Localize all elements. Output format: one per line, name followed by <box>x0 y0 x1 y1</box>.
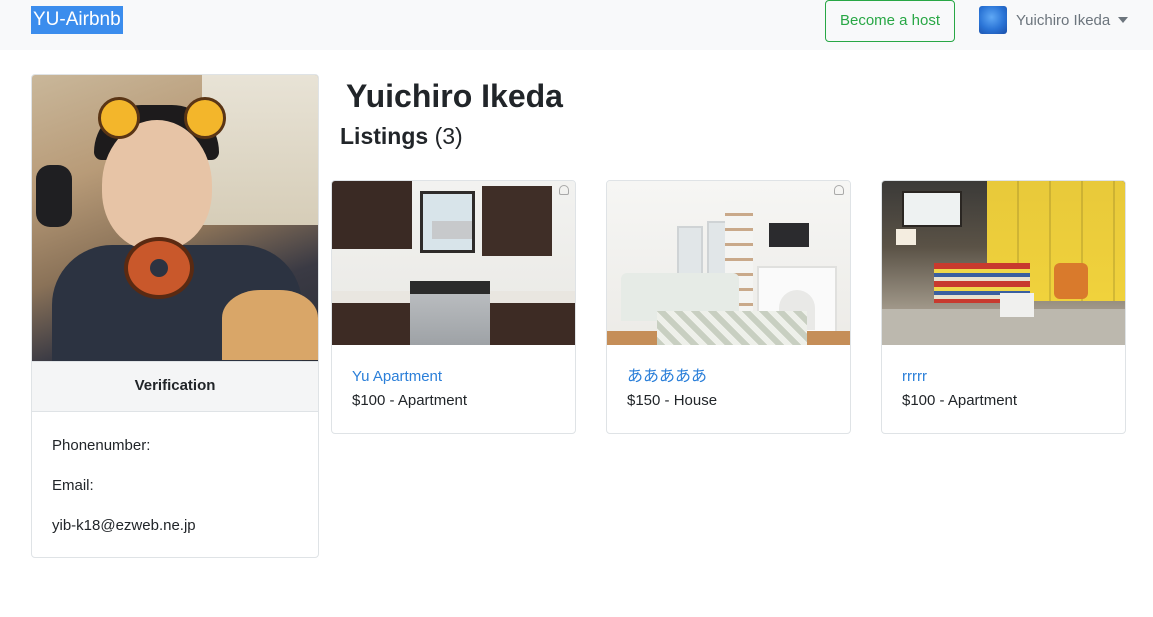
email-value: yib-k18@ezweb.ne.jp <box>52 517 196 534</box>
listing-title-link[interactable]: Yu Apartment <box>352 368 442 385</box>
verification-header: Verification <box>32 361 318 412</box>
user-avatar <box>979 6 1007 34</box>
page-title: Yuichiro Ikeda <box>346 78 563 114</box>
user-menu-dropdown[interactable]: Yuichiro Ikeda <box>979 6 1129 34</box>
profile-card: Verification Phonenumber: Email: yib-k18… <box>31 74 319 558</box>
listing-image-loft[interactable] <box>882 181 1125 345</box>
brand-logo-link[interactable]: YU-Airbnb <box>31 6 123 34</box>
listings-heading: Listings (3) <box>340 121 463 151</box>
profile-photo <box>32 75 318 361</box>
listing-price-type: $100 - Apartment <box>902 392 1018 409</box>
listing-image-bedroom[interactable] <box>607 181 850 345</box>
listing-card[interactable]: Yu Apartment $100 - Apartment <box>331 180 576 434</box>
listing-card[interactable]: rrrrr $100 - Apartment <box>881 180 1126 434</box>
become-host-button[interactable]: Become a host <box>825 0 955 42</box>
top-navbar: YU-Airbnb Become a host Yuichiro Ikeda <box>0 0 1153 50</box>
listings-count: (3) <box>434 123 463 149</box>
chevron-down-icon <box>1118 17 1129 23</box>
airbnb-logo-icon <box>834 185 844 195</box>
listings-label: Listings <box>340 123 429 149</box>
phone-label: Phonenumber: <box>52 437 151 454</box>
listing-price-type: $100 - Apartment <box>352 392 468 409</box>
listing-title-link[interactable]: あああああ <box>627 368 707 385</box>
email-label: Email: <box>52 477 94 494</box>
listing-image-kitchen[interactable] <box>332 181 575 345</box>
listing-title-link[interactable]: rrrrr <box>902 368 927 385</box>
airbnb-logo-icon <box>559 185 569 195</box>
listing-price-type: $150 - House <box>627 392 718 409</box>
profile-details: Phonenumber: Email: yib-k18@ezweb.ne.jp <box>52 435 196 555</box>
listing-card[interactable]: あああああ $150 - House <box>606 180 851 434</box>
user-menu-name: Yuichiro Ikeda <box>1016 11 1111 29</box>
